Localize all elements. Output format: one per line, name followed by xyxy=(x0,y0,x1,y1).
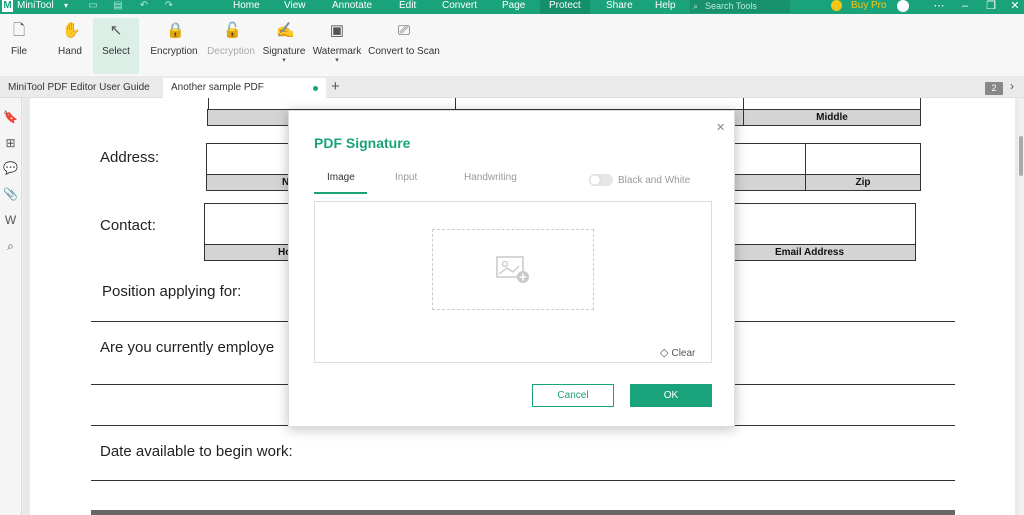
menu-home[interactable]: Home xyxy=(233,0,260,12)
pdf-signature-dialog: PDF Signature ✕ Image Input Handwriting … xyxy=(288,110,735,427)
section-bar xyxy=(91,510,955,515)
bookmark-icon[interactable]: 🔖 xyxy=(3,110,18,125)
tab-handwriting[interactable]: Handwriting xyxy=(464,172,517,183)
black-white-label: Black and White xyxy=(618,175,691,186)
contact-label: Contact: xyxy=(100,217,156,234)
clear-button[interactable]: ◇ Clear xyxy=(660,346,695,359)
signature-tool[interactable]: ✍ Signature ▾ xyxy=(261,18,307,74)
menu-convert[interactable]: Convert xyxy=(442,0,477,12)
ribbon-toolbar: 🗋 File ✋ Hand ↖ Select 🔒 Encryption 🔓 De… xyxy=(0,14,1024,76)
signature-label: Signature xyxy=(262,46,306,57)
comment-icon[interactable]: 💬 xyxy=(3,161,18,176)
file-icon: 🗋 xyxy=(12,22,26,39)
thumbnails-icon[interactable]: ⊞ xyxy=(3,136,18,151)
middle-label-cell: Middle xyxy=(743,109,921,126)
watermark-dropdown-icon[interactable]: ▾ xyxy=(312,57,362,65)
select-label: Select xyxy=(102,46,130,57)
signature-area: ◇ Clear xyxy=(314,201,712,363)
chat-icon[interactable]: ⋯ xyxy=(932,0,946,12)
watermark-label: Watermark xyxy=(312,46,362,57)
watermark-tool[interactable]: ▣ Watermark ▾ xyxy=(312,18,362,74)
word-icon[interactable]: W xyxy=(3,213,18,228)
convert-to-scan-tool[interactable]: ⎚ Convert to Scan xyxy=(368,18,440,74)
file-tool[interactable]: 🗋 File xyxy=(4,18,34,74)
ok-button[interactable]: OK xyxy=(630,384,712,407)
unlock-icon: 🔓 xyxy=(223,22,242,39)
page-count-badge: 2 xyxy=(985,82,1003,95)
redo-icon[interactable]: ↷ xyxy=(164,1,174,11)
tab-sample-pdf-label: Another sample PDF xyxy=(171,82,264,93)
active-tab-underline xyxy=(314,192,367,194)
attachment-icon[interactable]: 📎 xyxy=(3,187,18,202)
document-tab-bar: MiniTool PDF Editor User Guide Another s… xyxy=(0,76,1024,98)
scan-icon: ⎚ xyxy=(397,22,410,39)
search-placeholder: Search Tools xyxy=(705,1,757,11)
vertical-scrollbar[interactable] xyxy=(1018,98,1024,515)
tab-user-guide-label: MiniTool PDF Editor User Guide xyxy=(8,82,150,93)
zip-cell: Zip xyxy=(805,174,921,191)
watermark-icon: ▣ xyxy=(329,22,345,39)
lock-icon: 🔒 xyxy=(166,22,185,39)
date-available-label: Date available to begin work: xyxy=(100,443,293,460)
hand-tool[interactable]: ✋ Hand xyxy=(52,18,88,74)
hand-icon: ✋ xyxy=(62,22,81,39)
tab-user-guide[interactable]: MiniTool PDF Editor User Guide xyxy=(0,78,162,98)
employed-label: Are you currently employe xyxy=(100,339,275,356)
app-name[interactable]: MiniTool xyxy=(17,0,54,12)
menu-annotate[interactable]: Annotate xyxy=(332,0,372,12)
close-window-icon[interactable]: ✕ xyxy=(1008,0,1022,12)
buy-pro-icon[interactable] xyxy=(831,0,842,11)
signature-icon: ✍ xyxy=(276,22,295,39)
unsaved-dot-icon xyxy=(313,86,318,91)
search-icon: ⌕ xyxy=(693,1,699,11)
dialog-title: PDF Signature xyxy=(314,135,411,151)
image-dropzone[interactable] xyxy=(432,229,594,310)
menu-help[interactable]: Help xyxy=(655,0,676,12)
chevron-right-icon[interactable]: › xyxy=(1010,79,1014,93)
buy-pro-link[interactable]: Buy Pro xyxy=(851,0,887,12)
search-sidebar-icon[interactable]: ⌕ xyxy=(3,239,18,254)
search-tools-input[interactable]: ⌕ Search Tools xyxy=(690,0,790,13)
menu-share[interactable]: Share xyxy=(606,0,633,12)
app-menu-caret-icon[interactable]: ▾ xyxy=(64,0,68,12)
minimize-icon[interactable]: – xyxy=(958,0,972,12)
hand-label: Hand xyxy=(58,46,82,57)
add-image-icon xyxy=(496,256,529,283)
encryption-label: Encryption xyxy=(150,46,198,57)
select-tool[interactable]: ↖ Select xyxy=(93,18,139,74)
address-label: Address: xyxy=(100,149,160,166)
date-line[interactable] xyxy=(91,480,955,481)
cursor-icon: ↖ xyxy=(109,22,123,39)
encryption-tool[interactable]: 🔒 Encryption xyxy=(148,18,200,74)
clear-label: Clear xyxy=(671,348,696,359)
signature-dropdown-icon[interactable]: ▾ xyxy=(261,57,307,65)
menu-page[interactable]: Page xyxy=(502,0,525,12)
black-white-toggle[interactable] xyxy=(589,174,613,186)
menu-bar: M MiniTool ▾ ▭ ▤ ↶ ↷ Home View Annotate … xyxy=(0,0,1024,14)
restore-icon[interactable]: ❐ xyxy=(984,0,998,12)
menu-view[interactable]: View xyxy=(284,0,306,12)
toggle-knob xyxy=(590,175,600,185)
close-icon[interactable]: ✕ xyxy=(716,121,725,134)
scrollbar-thumb[interactable] xyxy=(1019,136,1023,176)
file-label: File xyxy=(10,46,28,57)
print-icon[interactable]: ▤ xyxy=(113,1,123,11)
tab-sample-pdf[interactable]: Another sample PDF xyxy=(163,78,326,98)
decryption-label: Decryption xyxy=(207,46,255,57)
eraser-icon: ◇ xyxy=(660,347,669,359)
left-sidebar: 🔖 ⊞ 💬 📎 W ⌕ xyxy=(0,98,22,515)
app-logo-icon: M xyxy=(2,0,13,12)
tab-image[interactable]: Image xyxy=(327,172,355,183)
position-label: Position applying for: xyxy=(102,283,242,300)
decryption-tool[interactable]: 🔓 Decryption xyxy=(205,18,257,74)
tab-input[interactable]: Input xyxy=(395,172,417,183)
new-tab-icon[interactable]: + xyxy=(331,77,340,97)
undo-icon[interactable]: ↶ xyxy=(139,1,149,11)
cancel-button[interactable]: Cancel xyxy=(532,384,614,407)
convert-to-scan-label: Convert to Scan xyxy=(368,46,440,57)
menu-edit[interactable]: Edit xyxy=(399,0,416,12)
save-icon[interactable]: ▭ xyxy=(88,1,98,11)
menu-protect[interactable]: Protect xyxy=(540,0,590,14)
user-avatar[interactable] xyxy=(897,0,909,12)
